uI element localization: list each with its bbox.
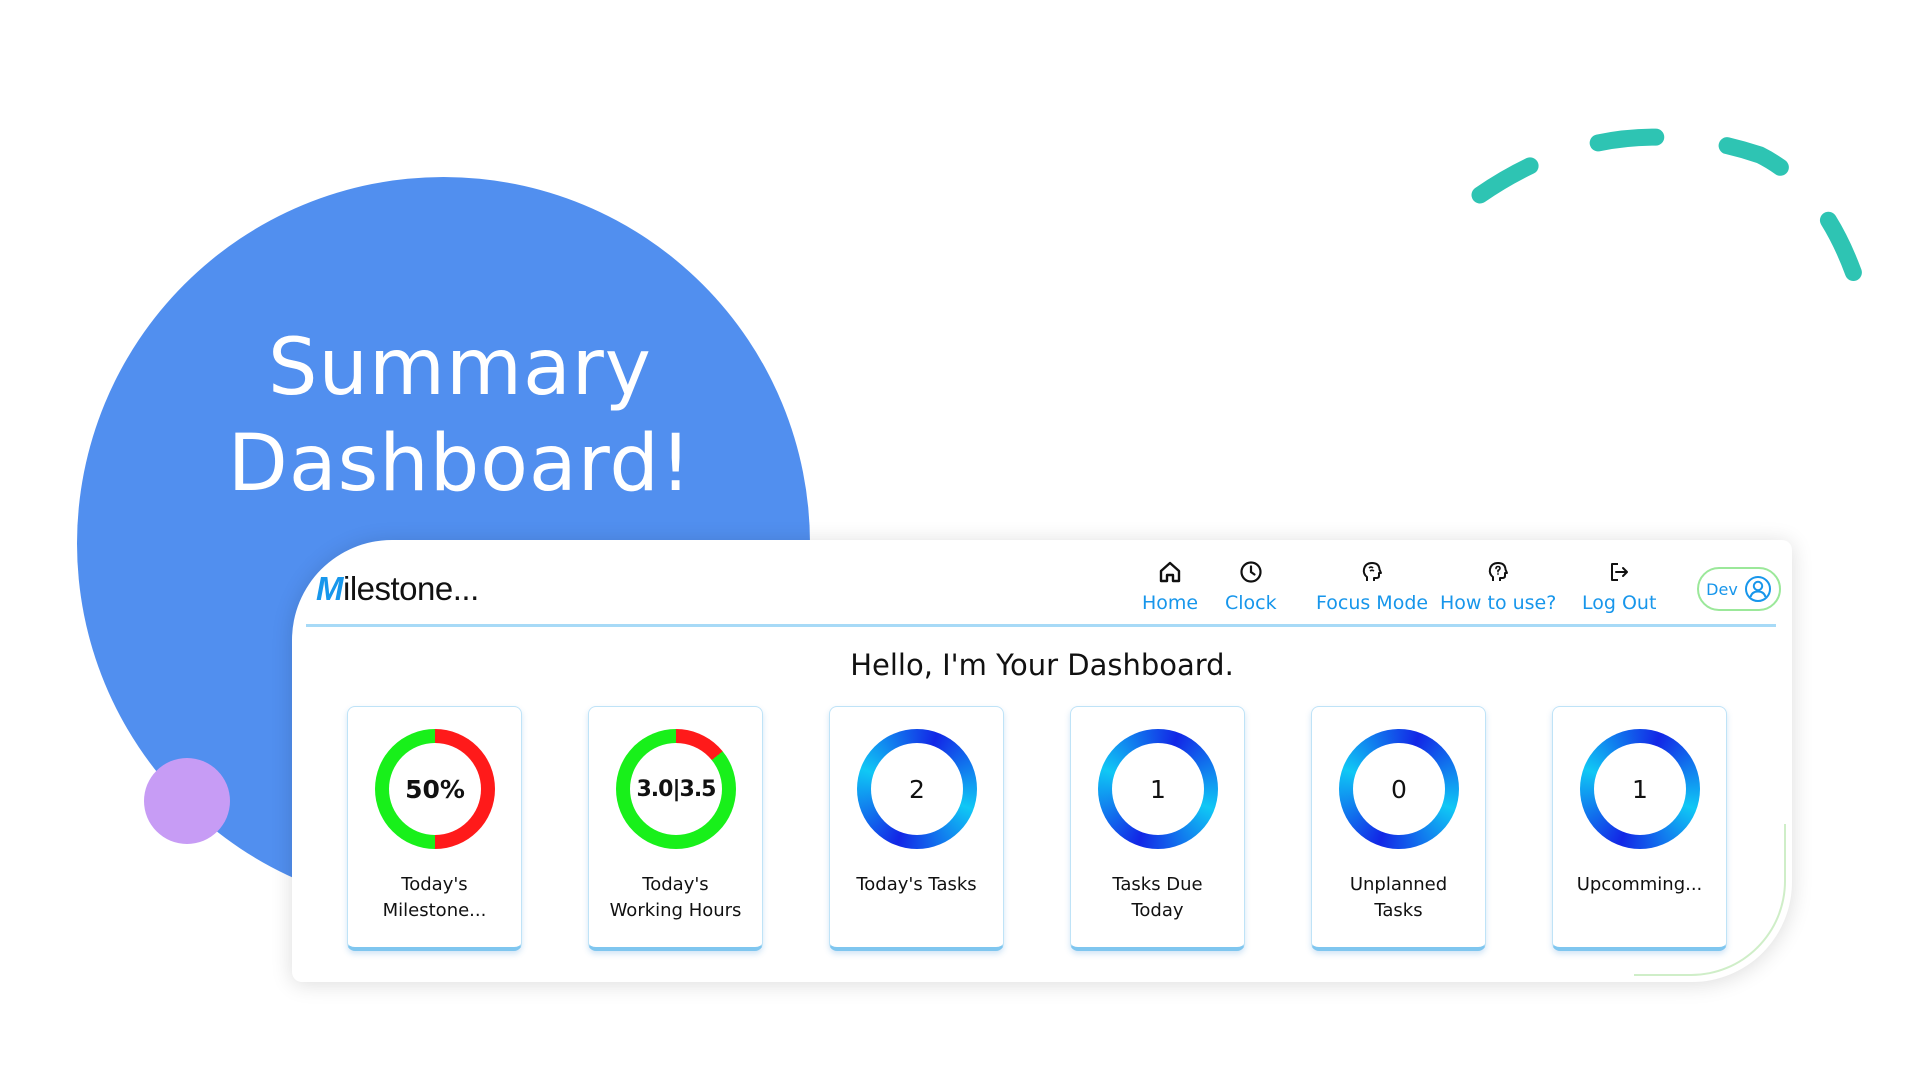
question-head-icon (1484, 558, 1512, 586)
user-menu-button[interactable]: Dev (1697, 567, 1781, 611)
home-icon (1156, 558, 1184, 586)
card-label-line-2: Milestone... (382, 900, 487, 921)
card-label-line-2: Today (1131, 900, 1184, 921)
count-ring: 0 (1339, 729, 1459, 849)
count-ring: 1 (1098, 729, 1218, 849)
nav-clock-label: Clock (1225, 592, 1277, 614)
nav-how-to-use[interactable]: How to use? (1440, 558, 1556, 614)
card-label: Upcomming... (1553, 872, 1726, 898)
nav-how-to-use-label: How to use? (1440, 592, 1557, 614)
brand-name: ilestone... (343, 570, 479, 607)
card-label-line-1: Upcomming... (1576, 874, 1703, 895)
card-label: Today's Tasks (830, 872, 1003, 898)
brand-logo[interactable]: Milestone... (316, 570, 479, 608)
dashboard-greeting: Hello, I'm Your Dashboard. (850, 648, 1234, 682)
card-label: Unplanned Tasks (1312, 872, 1485, 924)
navbar: Milestone... Home Clock Focus Mode How t… (306, 540, 1781, 627)
card-value: 3.0|3.5 (630, 743, 722, 835)
card-label: Today's Working Hours (589, 872, 762, 924)
card-value: 1 (1112, 743, 1204, 835)
card-working-hours[interactable]: 3.0|3.5 Today's Working Hours (588, 706, 763, 951)
user-name: Dev (1706, 579, 1738, 599)
card-todays-milestone[interactable]: 50% Today's Milestone... (347, 706, 522, 951)
brain-head-icon (1358, 558, 1386, 586)
dashed-arc-decoration (1471, 128, 1879, 339)
nav-log-out-label: Log Out (1582, 592, 1657, 614)
nav-home[interactable]: Home (1142, 558, 1198, 614)
card-value: 2 (871, 743, 963, 835)
card-value: 0 (1353, 743, 1445, 835)
logout-icon (1605, 558, 1633, 586)
card-label-line-1: Today's (401, 874, 468, 895)
card-label-line-1: Today's (642, 874, 709, 895)
card-label-line-2: Working Hours (609, 900, 742, 921)
nav-home-label: Home (1142, 592, 1199, 614)
nav-focus-mode-label: Focus Mode (1316, 592, 1429, 614)
card-label-line-1: Unplanned (1349, 874, 1448, 895)
hero-title-line-1: Summary (268, 323, 652, 413)
card-label: Tasks Due Today (1071, 872, 1244, 924)
card-tasks-due-today[interactable]: 1 Tasks Due Today (1070, 706, 1245, 951)
card-value: 50% (389, 743, 481, 835)
hero-title: Summary Dashboard! (160, 320, 760, 512)
progress-ring: 3.0|3.5 (616, 729, 736, 849)
brand-initial: M (316, 570, 344, 607)
nav-clock[interactable]: Clock (1225, 558, 1277, 614)
card-todays-tasks[interactable]: 2 Today's Tasks (829, 706, 1004, 951)
count-ring: 1 (1580, 729, 1700, 849)
accent-dot (144, 758, 230, 844)
user-avatar-icon (1744, 575, 1772, 603)
card-label-line-1: Tasks Due (1112, 874, 1203, 895)
nav-log-out[interactable]: Log Out (1582, 558, 1656, 614)
summary-cards: 50% Today's Milestone... 3.0|3.5 Today's… (347, 706, 1747, 956)
card-value: 1 (1594, 743, 1686, 835)
progress-ring: 50% (375, 729, 495, 849)
nav-focus-mode[interactable]: Focus Mode (1316, 558, 1428, 614)
card-upcoming[interactable]: 1 Upcomming... (1552, 706, 1727, 951)
hero-title-line-2: Dashboard! (227, 419, 693, 509)
card-label: Today's Milestone... (348, 872, 521, 924)
dashboard-window: Milestone... Home Clock Focus Mode How t… (292, 540, 1792, 982)
card-unplanned-tasks[interactable]: 0 Unplanned Tasks (1311, 706, 1486, 951)
card-label-line-2: Tasks (1374, 900, 1423, 921)
clock-icon (1237, 558, 1265, 586)
count-ring: 2 (857, 729, 977, 849)
card-label-line-1: Today's Tasks (856, 874, 977, 895)
